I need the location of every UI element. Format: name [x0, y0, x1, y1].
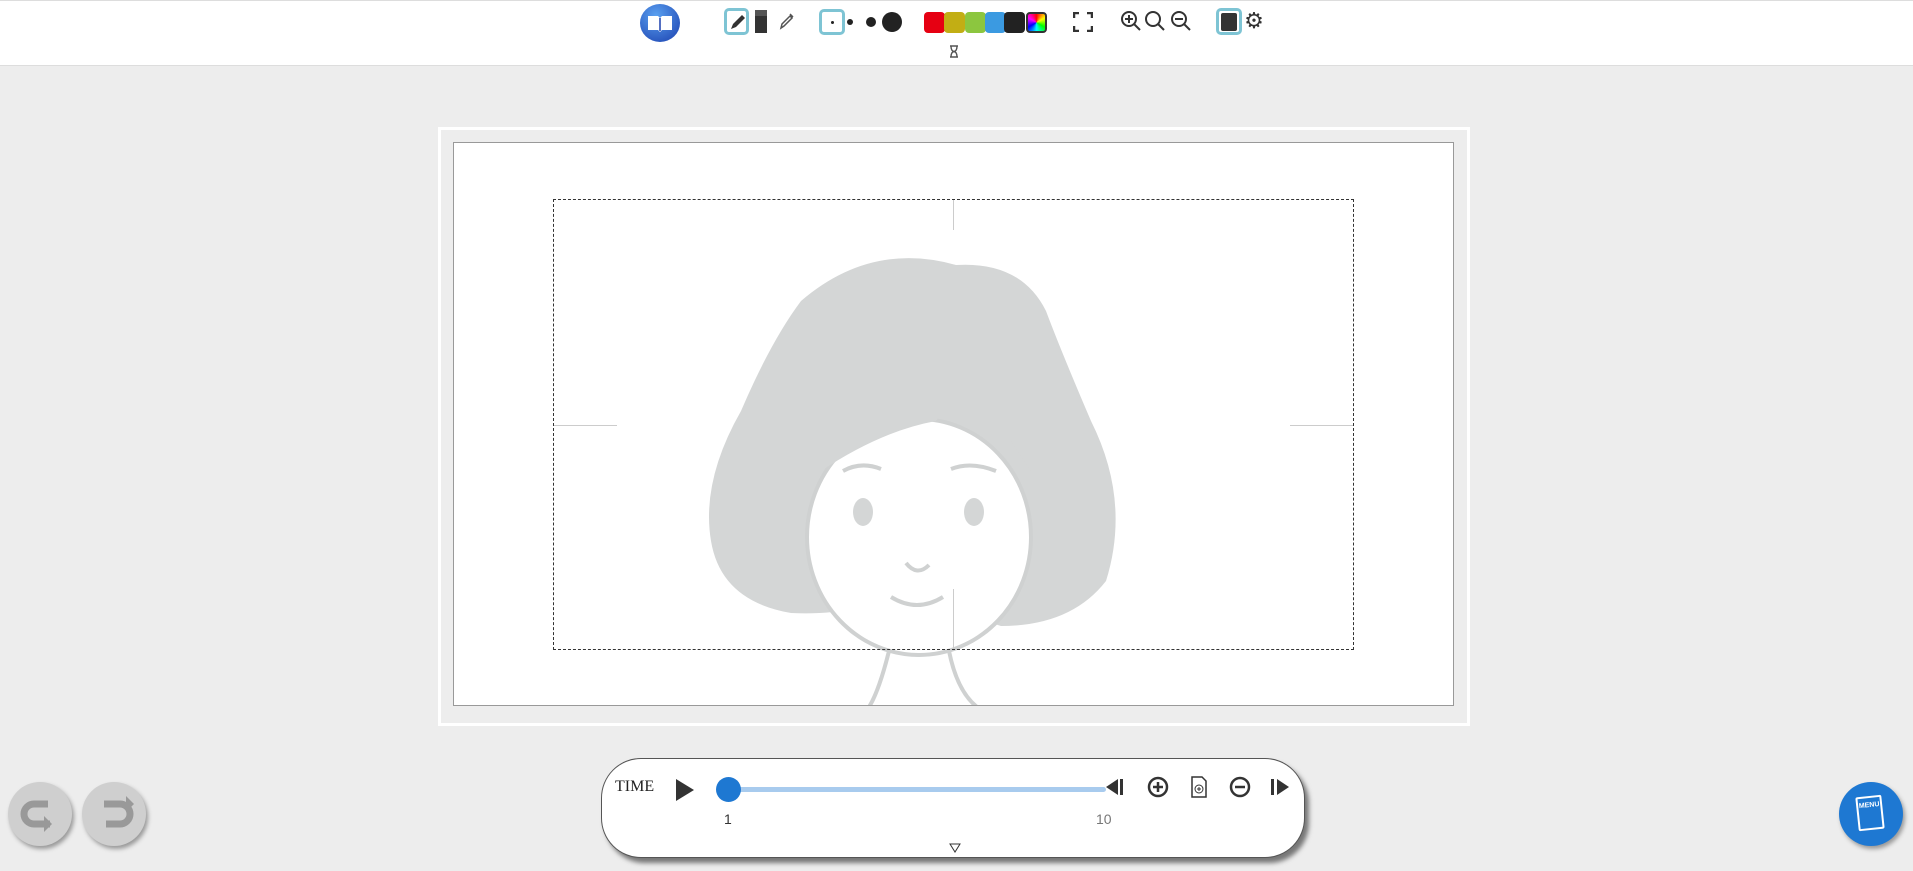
- camera-frame: [553, 199, 1354, 650]
- gear-icon[interactable]: ⚙: [1243, 8, 1265, 33]
- menu-label: MENU: [1858, 800, 1880, 811]
- timeline-slider-handle[interactable]: [716, 777, 741, 802]
- prev-frame-icon[interactable]: [1104, 777, 1126, 797]
- timeline-panel: TIME 1 10: [601, 758, 1305, 858]
- collapse-triangle-icon[interactable]: [949, 843, 961, 853]
- color-green[interactable]: [965, 12, 986, 33]
- book-logo-icon[interactable]: [640, 4, 680, 42]
- background-image-icon[interactable]: [1216, 8, 1242, 35]
- hourglass-icon: [948, 45, 960, 58]
- time-label: TIME: [615, 778, 655, 795]
- remove-frame-icon[interactable]: [1229, 776, 1251, 798]
- undo-button[interactable]: [8, 782, 72, 846]
- color-yellow[interactable]: [944, 12, 965, 33]
- size-dot-3[interactable]: [882, 12, 902, 32]
- color-blue[interactable]: [985, 12, 1006, 33]
- redo-button[interactable]: [82, 782, 146, 846]
- zoom-out-icon[interactable]: [1170, 10, 1192, 32]
- color-red[interactable]: [924, 12, 945, 33]
- size-dot-1[interactable]: [847, 19, 853, 25]
- next-frame-icon[interactable]: [1269, 777, 1291, 797]
- timeline-slider-track[interactable]: [728, 787, 1106, 792]
- add-frame-icon[interactable]: [1147, 776, 1169, 798]
- timeline-max-label: 10: [1096, 811, 1112, 827]
- play-icon[interactable]: [676, 779, 694, 801]
- redo-icon: [104, 796, 134, 828]
- duplicate-frame-icon[interactable]: [1190, 776, 1208, 798]
- toolbar: ⚙: [0, 0, 1913, 66]
- color-black[interactable]: [1004, 12, 1025, 33]
- size-dot-2[interactable]: [866, 17, 876, 27]
- size-small-icon[interactable]: [819, 9, 845, 35]
- color-picker-icon[interactable]: [1026, 12, 1047, 33]
- pen-icon[interactable]: [724, 8, 749, 35]
- undo-icon: [20, 800, 52, 832]
- eraser-icon[interactable]: [755, 10, 767, 33]
- zoom-in-icon[interactable]: [1120, 10, 1142, 32]
- dropper-icon[interactable]: [776, 9, 798, 33]
- menu-button[interactable]: MENU: [1839, 782, 1903, 846]
- timeline-min-label: 1: [724, 811, 732, 827]
- zoom-reset-icon[interactable]: [1144, 10, 1166, 32]
- fullscreen-icon[interactable]: [1072, 11, 1094, 33]
